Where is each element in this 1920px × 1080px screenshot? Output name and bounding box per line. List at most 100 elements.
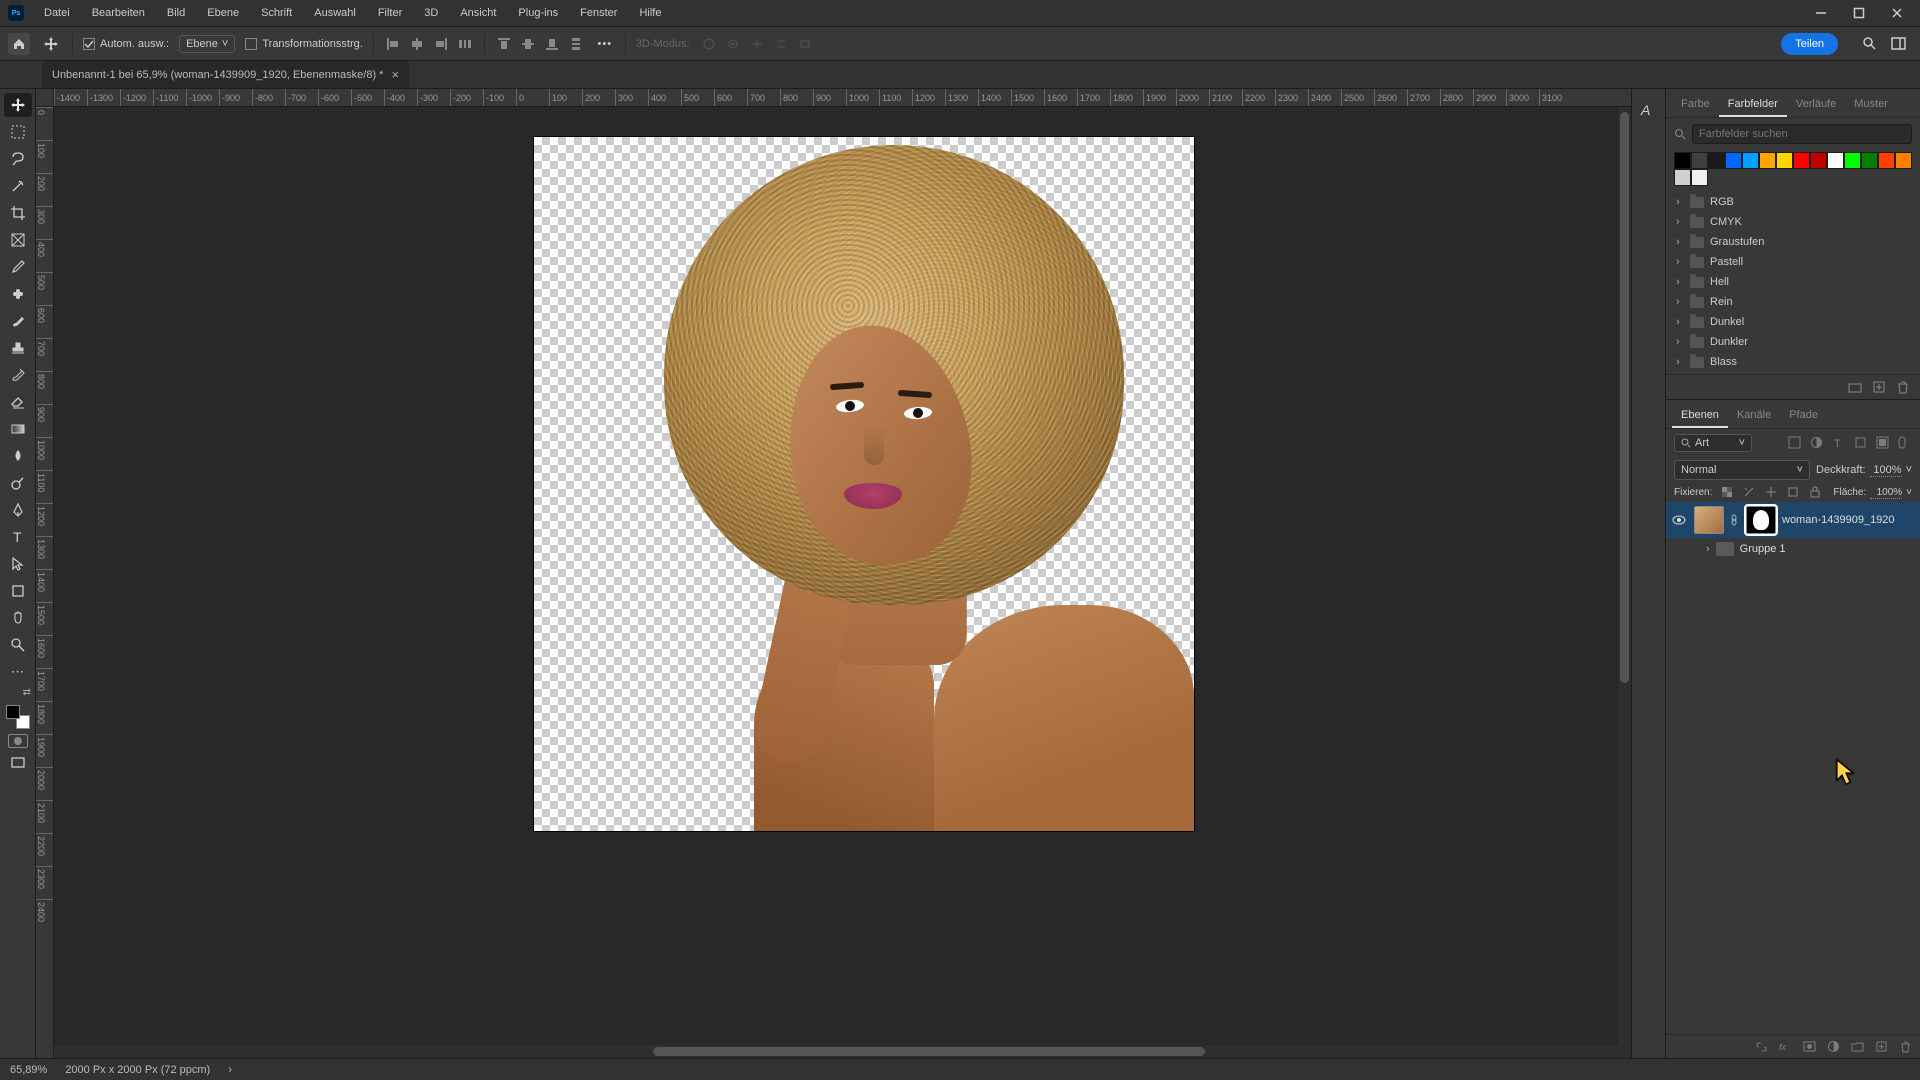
add-mask-icon[interactable] (1803, 1040, 1816, 1053)
magic-wand-tool[interactable] (4, 174, 32, 198)
foreground-background-colors[interactable] (6, 705, 30, 729)
swatch[interactable] (1793, 152, 1810, 169)
swatch-folder-row[interactable]: ›CMYK (1666, 212, 1920, 232)
swatch[interactable] (1844, 152, 1861, 169)
tab-swatches[interactable]: Farbfelder (1719, 93, 1787, 117)
eyedropper-tool[interactable] (4, 255, 32, 279)
ruler-horizontal[interactable]: -1400-1300-1200-1100-1000-900-800-700-60… (36, 89, 1631, 107)
align-hcenter-button[interactable] (408, 35, 426, 53)
document-tab[interactable]: Unbenannt-1 bei 65,9% (woman-1439909_192… (42, 61, 409, 88)
canvas-scrollbar-horizontal[interactable] (54, 1045, 1631, 1058)
swatch[interactable] (1861, 152, 1878, 169)
menu-type[interactable]: Schrift (251, 3, 302, 23)
move-tool[interactable] (4, 93, 32, 117)
link-layers-icon[interactable] (1755, 1040, 1768, 1053)
status-zoom[interactable]: 65,89% (10, 1064, 47, 1076)
menu-edit[interactable]: Bearbeiten (82, 3, 155, 23)
swatch-folder-row[interactable]: ›Rein (1666, 292, 1920, 312)
swatch-folder-row[interactable]: ›RGB (1666, 192, 1920, 212)
swatch-folder-row[interactable]: ›Dunkel (1666, 312, 1920, 332)
tab-channels[interactable]: Kanäle (1728, 404, 1780, 428)
tab-color[interactable]: Farbe (1672, 93, 1719, 117)
gradient-tool[interactable] (4, 417, 32, 441)
lock-transparency-icon[interactable] (1721, 486, 1734, 499)
ruler-origin[interactable] (36, 89, 54, 107)
search-icon[interactable] (1862, 36, 1877, 51)
blend-mode-dropdown[interactable]: Normal ˅ (1674, 460, 1810, 480)
swatch[interactable] (1691, 169, 1708, 186)
blur-tool[interactable] (4, 444, 32, 468)
mask-link-icon[interactable] (1730, 514, 1740, 526)
marquee-tool[interactable] (4, 120, 32, 144)
document-canvas[interactable] (534, 137, 1194, 831)
lock-artboard-icon[interactable] (1787, 486, 1800, 499)
new-layer-icon[interactable] (1875, 1040, 1888, 1053)
3d-roll-icon[interactable] (724, 35, 742, 53)
home-button[interactable] (8, 33, 30, 55)
swatch[interactable] (1674, 152, 1691, 169)
tab-paths[interactable]: Pfade (1780, 404, 1827, 428)
shape-tool[interactable] (4, 579, 32, 603)
dodge-tool[interactable] (4, 471, 32, 495)
swatch[interactable] (1674, 169, 1691, 186)
canvas-scrollbar-vertical[interactable] (1618, 107, 1631, 1058)
status-doc-info[interactable]: 2000 Px x 2000 Px (72 ppcm) (65, 1064, 210, 1076)
maximize-button[interactable] (1852, 6, 1866, 20)
transform-controls-checkbox[interactable]: Transformationsstrg. (245, 38, 362, 50)
new-group-icon[interactable] (1848, 380, 1862, 394)
eraser-tool[interactable] (4, 390, 32, 414)
layer-row[interactable]: woman-1439909_1920 (1666, 502, 1920, 538)
align-bottom-button[interactable] (543, 35, 561, 53)
minimize-button[interactable] (1814, 6, 1828, 20)
swatch[interactable] (1708, 152, 1725, 169)
swatch-folder-row[interactable]: ›Dunkler (1666, 332, 1920, 352)
layer-kind-dropdown[interactable]: Art ˅ (1674, 434, 1752, 452)
3d-orbit-icon[interactable] (700, 35, 718, 53)
lock-image-icon[interactable] (1743, 486, 1756, 499)
swap-colors-icon[interactable]: ⇄ (23, 687, 31, 698)
filter-adjust-icon[interactable] (1810, 436, 1824, 450)
opacity-value[interactable]: 100% (1870, 464, 1902, 477)
3d-slide-icon[interactable] (772, 35, 790, 53)
group-caret-icon[interactable]: › (1706, 543, 1710, 555)
auto-select-target-dropdown[interactable]: Ebene ˅ (179, 35, 235, 53)
healing-tool[interactable] (4, 282, 32, 306)
3d-pan-icon[interactable] (748, 35, 766, 53)
align-vcenter-button[interactable] (519, 35, 537, 53)
menu-select[interactable]: Auswahl (304, 3, 366, 23)
layer-row[interactable]: › Gruppe 1 (1666, 538, 1920, 560)
close-button[interactable] (1890, 6, 1904, 20)
path-select-tool[interactable] (4, 552, 32, 576)
swatch[interactable] (1895, 152, 1912, 169)
distribute-h-button[interactable] (456, 35, 474, 53)
tab-gradients[interactable]: Verläufe (1787, 93, 1845, 117)
swatch[interactable] (1827, 152, 1844, 169)
swatch[interactable] (1742, 152, 1759, 169)
filter-pixel-icon[interactable] (1788, 436, 1802, 450)
foreground-color-swatch[interactable] (6, 705, 20, 719)
lock-position-icon[interactable] (1765, 486, 1778, 499)
swatch-folder-row[interactable]: ›Hell (1666, 272, 1920, 292)
edit-toolbar-button[interactable]: ⋯ (4, 660, 32, 684)
swatch[interactable] (1810, 152, 1827, 169)
brush-tool[interactable] (4, 309, 32, 333)
share-button[interactable]: Teilen (1781, 33, 1838, 55)
menu-image[interactable]: Bild (157, 3, 195, 23)
menu-window[interactable]: Fenster (570, 3, 627, 23)
layer-name[interactable]: woman-1439909_1920 (1782, 514, 1895, 526)
swatches-search-input[interactable] (1692, 124, 1912, 144)
pen-tool[interactable] (4, 498, 32, 522)
stamp-tool[interactable] (4, 336, 32, 360)
workspace-icon[interactable] (1891, 36, 1906, 51)
opacity-control[interactable]: Deckkraft: 100% ˅ (1816, 464, 1912, 477)
menu-plugins[interactable]: Plug-ins (508, 3, 568, 23)
3d-zoom-icon[interactable] (796, 35, 814, 53)
new-swatch-icon[interactable] (1872, 380, 1886, 394)
distribute-v-button[interactable] (567, 35, 585, 53)
swatch[interactable] (1759, 152, 1776, 169)
menu-layer[interactable]: Ebene (197, 3, 249, 23)
delete-layer-icon[interactable] (1899, 1040, 1912, 1053)
canvas-stage[interactable] (54, 107, 1631, 1058)
fill-control[interactable]: Fläche: 100% ˅ (1833, 487, 1912, 499)
screen-mode-button[interactable] (4, 751, 32, 775)
